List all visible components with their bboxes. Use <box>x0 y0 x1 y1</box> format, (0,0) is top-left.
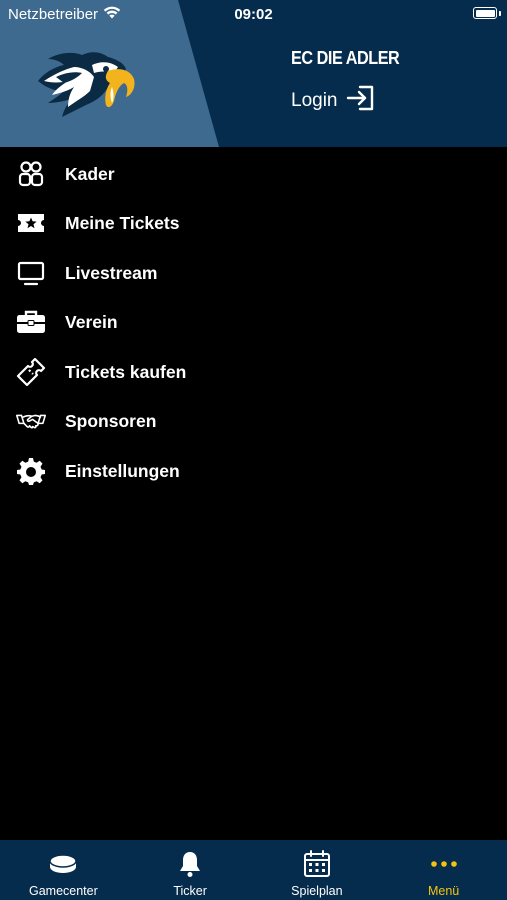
puck-icon <box>48 849 78 879</box>
login-label: Login <box>291 90 338 111</box>
tab-label-spielplan: Spielplan <box>291 884 343 898</box>
tab-spielplan[interactable]: Spielplan <box>254 840 381 900</box>
monitor-icon <box>16 258 46 288</box>
menu-label-kader: Kader <box>65 163 115 184</box>
ticket-star-icon <box>16 208 46 238</box>
handshake-icon <box>16 406 46 436</box>
status-bar: Netzbetreiber 09:02 <box>0 0 507 28</box>
tab-label-ticker: Ticker <box>173 884 207 898</box>
ticket-icon <box>16 357 46 387</box>
team-icon <box>16 159 46 189</box>
calendar-icon <box>302 849 332 879</box>
tab-ticker[interactable]: Ticker <box>127 840 254 900</box>
tab-bar: Gamecenter Ticker Spielplan Menü <box>0 840 507 900</box>
login-arrow-icon <box>346 84 376 118</box>
menu-item-livestream[interactable]: Livestream <box>0 248 507 298</box>
menu-label-sponsoren: Sponsoren <box>65 410 157 431</box>
battery-icon <box>473 7 497 19</box>
battery-level <box>475 9 495 17</box>
menu-label-einstellungen: Einstellungen <box>65 460 180 481</box>
menu-label-meine-tickets: Meine Tickets <box>65 212 180 233</box>
menu-item-einstellungen[interactable]: Einstellungen <box>0 446 507 496</box>
tab-label-gamecenter: Gamecenter <box>28 884 98 898</box>
status-time: 09:02 <box>234 6 273 23</box>
more-dots-icon <box>429 849 459 879</box>
tab-label-menu: Menü <box>427 884 460 898</box>
tab-menu[interactable]: Menü <box>380 840 507 900</box>
eagle-logo <box>34 47 138 119</box>
briefcase-icon <box>16 307 46 337</box>
bell-icon <box>175 849 205 879</box>
menu-item-kader[interactable]: Kader <box>0 149 507 199</box>
menu-label-verein: Verein <box>65 311 118 332</box>
menu-label-tickets-kaufen: Tickets kaufen <box>65 361 187 382</box>
menu-item-sponsoren[interactable]: Sponsoren <box>0 396 507 446</box>
battery-cap <box>499 11 501 16</box>
tab-gamecenter[interactable]: Gamecenter <box>0 840 127 900</box>
menu-item-meine-tickets[interactable]: Meine Tickets <box>0 198 507 248</box>
menu-item-verein[interactable]: Verein <box>0 297 507 347</box>
menu-label-livestream: Livestream <box>65 262 158 283</box>
gear-icon <box>16 456 46 486</box>
header: Netzbetreiber 09:02 EC DIE ADLER Login <box>0 0 507 147</box>
menu-item-tickets-kaufen[interactable]: Tickets kaufen <box>0 347 507 397</box>
club-name: EC DIE ADLER <box>291 48 400 68</box>
login-button[interactable]: Login <box>291 84 376 118</box>
